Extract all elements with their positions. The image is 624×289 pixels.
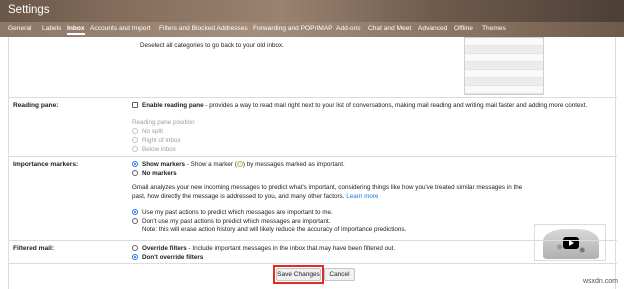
cancel-button[interactable]: Cancel (324, 268, 355, 281)
tab-add-ons[interactable]: Add-ons (336, 25, 361, 32)
page-title: Settings (8, 4, 50, 16)
show-markers-radio[interactable] (132, 161, 138, 167)
override-filters-label: Override filters (142, 245, 187, 252)
importance-markers-label: Importance markers: (13, 161, 79, 168)
dont-use-past-actions-radio[interactable] (132, 218, 138, 224)
reading-pane-text: Enable reading pane - provides a way to … (142, 102, 587, 109)
below-inbox-label: Below inbox (142, 146, 176, 153)
reading-pane-checkbox[interactable] (132, 102, 138, 108)
reading-pane-label: Reading pane: (13, 102, 59, 109)
categories-note: Deselect all categories to go back to yo… (140, 42, 284, 49)
dont-override-filters-label: Don't override filters (142, 254, 204, 261)
no-markers-label: No markers (142, 170, 177, 177)
importance-paragraph-line-1: Gmail analyzes your new incoming message… (132, 184, 523, 191)
override-filters-desc: - Include important messages in the inbo… (186, 245, 396, 252)
override-filters-radio[interactable] (132, 245, 138, 251)
tab-themes[interactable]: Themes (482, 25, 506, 32)
tab-general[interactable]: General (8, 25, 31, 32)
tab-filters-and-blocked-addresses[interactable]: Filters and Blocked Addresses (159, 25, 248, 32)
tab-labels[interactable]: Labels (42, 25, 61, 32)
right-of-inbox-label: Right of inbox (142, 137, 181, 144)
reading-pane-description: - provides a way to read mail right next… (203, 102, 588, 109)
filtered-mail-label: Filtered mail: (13, 245, 55, 252)
right-of-inbox-radio[interactable] (132, 137, 138, 143)
tab-chat-and-meet[interactable]: Chat and Meet (368, 25, 411, 32)
erase-history-note: Note: this will erase action history and… (142, 226, 407, 233)
importance-paragraph-line-2: past, how directly the message is addres… (132, 193, 378, 200)
tab-advanced[interactable]: Advanced (418, 25, 447, 32)
show-markers-desc-2: ) by messages marked as important. (242, 161, 345, 168)
importance-paragraph-text: past, how directly the message is addres… (132, 193, 345, 200)
settings-tabs: General Labels Inbox Accounts and Import… (0, 22, 624, 37)
override-filters-text: Override filters - Include important mes… (142, 245, 395, 252)
reading-pane-position-title: Reading pane position (132, 119, 195, 126)
settings-panel: Deselect all categories to go back to yo… (8, 37, 617, 289)
tab-inbox[interactable]: Inbox (67, 25, 85, 35)
below-inbox-radio[interactable] (132, 146, 138, 152)
tab-accounts-and-import[interactable]: Accounts and Import (90, 25, 150, 32)
no-split-label: No split (142, 128, 163, 135)
tab-forwarding-and-pop-imap[interactable]: Forwarding and POP/IMAP (253, 25, 333, 32)
show-markers-label: Show markers (142, 161, 186, 168)
use-past-actions-label: Use my past actions to predict which mes… (142, 209, 333, 216)
watermark: wsxdn.com (582, 278, 618, 285)
dont-override-filters-radio[interactable] (132, 254, 138, 260)
show-markers-text: Show markers - Show a marker ( ) by messa… (142, 161, 345, 168)
no-markers-radio[interactable] (132, 170, 138, 176)
tab-offline[interactable]: Offline (454, 25, 473, 32)
inbox-preview-image (464, 37, 544, 95)
no-split-radio[interactable] (132, 128, 138, 134)
importance-markers-section: Importance markers: Show markers - Show … (9, 156, 617, 240)
show-markers-desc-1: - Show a marker ( (185, 161, 237, 168)
button-bar: Save Changes Cancel (9, 263, 617, 289)
learn-more-link[interactable]: Learn more (346, 193, 378, 200)
use-past-actions-radio[interactable] (132, 209, 138, 215)
dont-use-past-actions-label: Don't use my past actions to predict whi… (142, 218, 331, 225)
settings-header: Settings (0, 0, 624, 22)
save-changes-button[interactable]: Save Changes (276, 268, 321, 281)
enable-reading-pane-label: Enable reading pane (142, 102, 204, 109)
